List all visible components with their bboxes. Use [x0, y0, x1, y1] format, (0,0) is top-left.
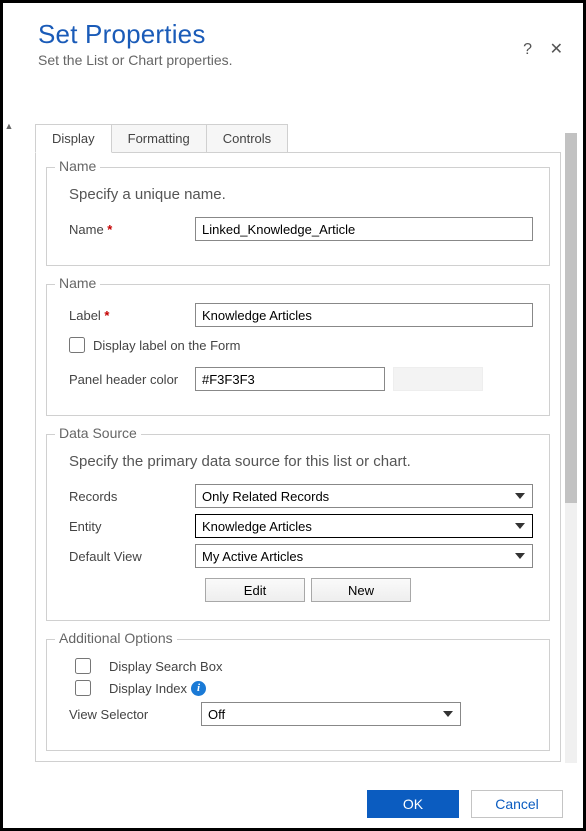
- tab-controls[interactable]: Controls: [207, 124, 288, 153]
- section-label-legend: Name: [55, 275, 100, 291]
- close-icon[interactable]: ✕: [550, 41, 563, 58]
- display-search-box-checkbox[interactable]: [75, 658, 91, 674]
- name-input[interactable]: [195, 217, 533, 241]
- entity-select[interactable]: Knowledge Articles: [195, 514, 533, 538]
- default-view-label: Default View: [69, 549, 195, 564]
- tab-panel-display: Name Specify a unique name. Name Name La…: [35, 152, 561, 762]
- view-selector-label: View Selector: [69, 707, 201, 722]
- section-name-desc: Specify a unique name.: [69, 186, 533, 203]
- ok-button[interactable]: OK: [367, 790, 459, 818]
- edit-button[interactable]: Edit: [205, 578, 305, 602]
- entity-label: Entity: [69, 519, 195, 534]
- default-view-select[interactable]: My Active Articles: [195, 544, 533, 568]
- scrollbar-track[interactable]: [565, 133, 577, 763]
- records-label: Records: [69, 489, 195, 504]
- dialog-title: Set Properties: [38, 19, 563, 50]
- help-icon[interactable]: ?: [523, 41, 532, 58]
- scrollbar-thumb[interactable]: [565, 133, 577, 503]
- tab-formatting[interactable]: Formatting: [112, 124, 207, 153]
- dialog-set-properties: Set Properties Set the List or Chart pro…: [0, 0, 586, 831]
- new-button[interactable]: New: [311, 578, 411, 602]
- name-label: Name: [69, 222, 195, 237]
- tab-display[interactable]: Display: [35, 124, 112, 153]
- tab-strip: Display Formatting Controls: [35, 123, 561, 152]
- section-name: Name Specify a unique name. Name: [46, 167, 550, 266]
- view-selector-select[interactable]: Off: [201, 702, 461, 726]
- display-index-label: Display Index: [109, 681, 187, 696]
- section-name-legend: Name: [55, 158, 100, 174]
- records-select[interactable]: Only Related Records: [195, 484, 533, 508]
- display-label-text: Display label on the Form: [93, 338, 240, 353]
- data-source-desc: Specify the primary data source for this…: [69, 453, 533, 470]
- section-data-source: Data Source Specify the primary data sou…: [46, 434, 550, 621]
- info-icon[interactable]: i: [191, 681, 206, 696]
- label-input[interactable]: [195, 303, 533, 327]
- panel-color-label: Panel header color: [69, 372, 195, 387]
- additional-legend: Additional Options: [55, 630, 177, 646]
- section-label: Name Label Display label on the Form Pan…: [46, 284, 550, 416]
- panel-color-swatch[interactable]: [393, 367, 483, 391]
- scrollbar-up-arrow[interactable]: ▲: [3, 121, 15, 133]
- panel-color-input[interactable]: [195, 367, 385, 391]
- dialog-footer: OK Cancel: [3, 780, 583, 828]
- cancel-button[interactable]: Cancel: [471, 790, 563, 818]
- display-search-box-label: Display Search Box: [109, 659, 222, 674]
- dialog-subtitle: Set the List or Chart properties.: [38, 52, 563, 68]
- data-source-legend: Data Source: [55, 425, 141, 441]
- section-additional-options: Additional Options Display Search Box Di…: [46, 639, 550, 751]
- display-label-checkbox[interactable]: [69, 337, 85, 353]
- label-label: Label: [69, 308, 195, 323]
- display-index-checkbox[interactable]: [75, 680, 91, 696]
